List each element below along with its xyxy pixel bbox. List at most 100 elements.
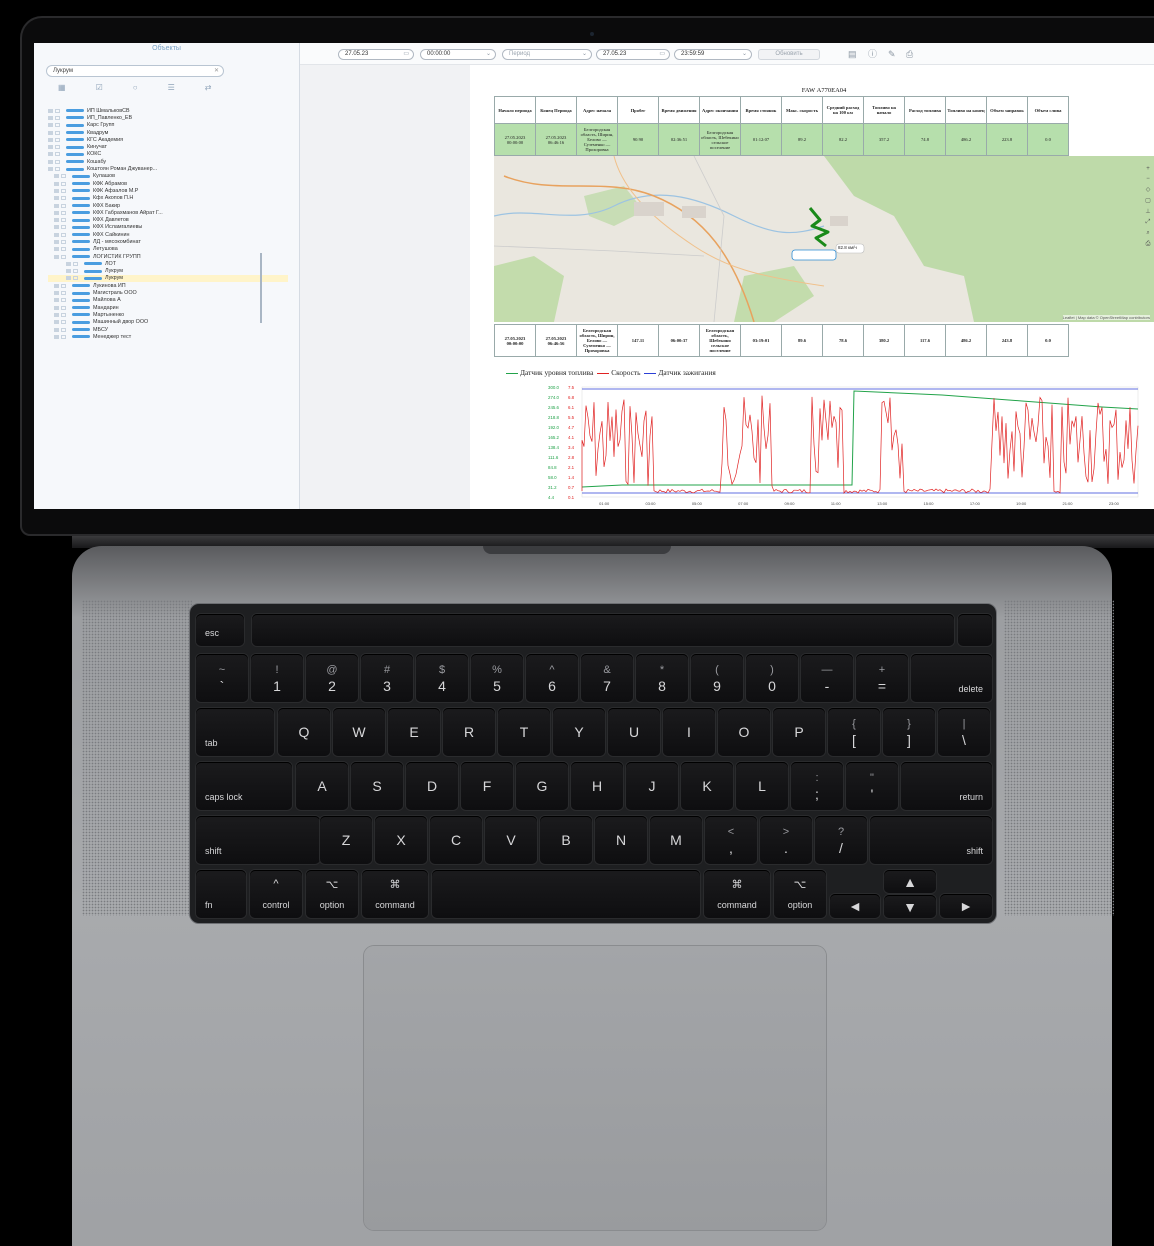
key-num[interactable]: * 8 [636, 654, 688, 702]
checkbox[interactable] [61, 254, 66, 259]
tree-item[interactable]: Кошабу [48, 158, 288, 165]
tree-item[interactable]: КГС Академия [48, 136, 288, 143]
key-num[interactable]: (9 [691, 654, 743, 702]
tree-item[interactable]: ЛД - мясокомбинат [48, 238, 288, 245]
checkbox[interactable] [55, 115, 60, 120]
expand-icon[interactable] [54, 181, 59, 186]
tree-item[interactable]: Кфх Акопов П.Н [48, 195, 288, 202]
trackpad[interactable] [364, 946, 826, 1230]
checkbox[interactable] [61, 210, 66, 215]
key-letter[interactable]: L [736, 762, 788, 810]
key-num[interactable]: ) 0 [746, 654, 798, 702]
date-to-input[interactable]: 27.05.23 ▭ [596, 49, 670, 60]
expand-icon[interactable] [48, 137, 53, 142]
key-letter[interactable]: Y [553, 708, 605, 756]
key-fn[interactable]: fn [196, 870, 246, 918]
calendar-icon[interactable]: ▤ [848, 49, 857, 59]
expand-icon[interactable] [48, 123, 53, 128]
key-control[interactable]: ^ control [250, 870, 302, 918]
key-return[interactable]: return [901, 762, 992, 810]
tree-item[interactable]: ИП ШмальковСВ [48, 107, 288, 114]
expand-icon[interactable] [48, 167, 53, 172]
tree-item[interactable]: МБСУ [48, 326, 288, 333]
tree-item[interactable]: Мартыненко [48, 311, 288, 318]
expand-icon[interactable] [54, 210, 59, 215]
key-letter[interactable]: D [406, 762, 458, 810]
checkbox[interactable] [61, 320, 66, 325]
edit-icon[interactable]: ✎ [888, 49, 896, 59]
key-arrow-down[interactable]: ▼ [884, 895, 936, 918]
expand-icon[interactable] [48, 152, 53, 157]
checkbox[interactable] [61, 174, 66, 179]
tree-scrollbar[interactable] [260, 253, 262, 323]
measure-icon[interactable]: ▢ [1145, 197, 1151, 204]
expand-icon[interactable] [66, 261, 71, 266]
expand-icon[interactable] [54, 312, 59, 317]
key-option-right[interactable]: ⌥ option [774, 870, 826, 918]
tree-item[interactable]: ЛОГИСТИК ГРУПП [48, 253, 288, 260]
tree-item[interactable]: ЛОТ [48, 260, 288, 267]
expand-icon[interactable] [66, 269, 71, 274]
key-caps-lock[interactable]: caps lock [196, 762, 292, 810]
key-punct[interactable]: ? / [815, 816, 867, 864]
checkbox[interactable] [61, 247, 66, 252]
key-num[interactable]: + = [856, 654, 908, 702]
key-letter[interactable]: A [296, 762, 348, 810]
map-view[interactable]: 82.8 км/ч + − ◇ ▢ ⊥ ⤢ ⌕ ⎙ Leaflet | Map … [494, 156, 1154, 322]
clear-icon[interactable]: ✕ [214, 66, 219, 76]
key-letter[interactable]: M [650, 816, 702, 864]
key-letter[interactable]: S [351, 762, 403, 810]
expand-icon[interactable] [48, 130, 53, 135]
tree-item[interactable]: Мандарин [48, 304, 288, 311]
tree-item[interactable]: Магистраль ООО [48, 289, 288, 296]
key-num[interactable]: @2 [306, 654, 358, 702]
key-letter[interactable]: B [540, 816, 592, 864]
circle-icon[interactable]: ○ [133, 83, 138, 92]
touch-bar[interactable] [252, 614, 954, 646]
tree-item[interactable]: КФХ Бакир [48, 202, 288, 209]
key-letter[interactable]: C [430, 816, 482, 864]
tree-item[interactable]: КФК Абрамов [48, 180, 288, 187]
checkbox[interactable] [61, 225, 66, 230]
key-punct[interactable]: <, [705, 816, 757, 864]
search-input[interactable]: Лукрум ✕ [46, 65, 224, 77]
tree-item[interactable]: Лукинова ИП [48, 282, 288, 289]
key-num[interactable]: $4 [416, 654, 468, 702]
tree-item[interactable]: Кулашов [48, 173, 288, 180]
checkbox[interactable] [61, 283, 66, 288]
checkbox[interactable] [61, 181, 66, 186]
expand-icon[interactable] [54, 203, 59, 208]
key-letter[interactable]: Q [278, 708, 330, 756]
tree-item[interactable]: Карс Групп [48, 122, 288, 129]
key-letter[interactable]: K [681, 762, 733, 810]
grid-icon[interactable]: ▦ [58, 83, 66, 92]
checkbox[interactable] [61, 305, 66, 310]
tree-item[interactable]: Машинный двор ООО [48, 319, 288, 326]
checkbox[interactable] [55, 145, 60, 150]
key-shift-right[interactable]: shift [870, 816, 992, 864]
key-num[interactable]: #3 [361, 654, 413, 702]
expand-icon[interactable] [66, 276, 71, 281]
key-num[interactable]: & 7 [581, 654, 633, 702]
checkbox[interactable] [55, 167, 60, 172]
touch-id[interactable] [958, 614, 992, 646]
key-letter[interactable]: I [663, 708, 715, 756]
tree-item[interactable]: КФХ Исламгалиевы [48, 224, 288, 231]
tree-item[interactable]: Коштоян Роман Джуванер... [48, 165, 288, 172]
expand-icon[interactable] [54, 196, 59, 201]
key-letter[interactable]: W [333, 708, 385, 756]
date-from-input[interactable]: 27.05.23 ▭ [338, 49, 414, 60]
expand-icon[interactable] [54, 298, 59, 303]
checkbox[interactable] [55, 123, 60, 128]
key-letter[interactable]: P [773, 708, 825, 756]
checkbox[interactable] [61, 188, 66, 193]
time-to-input[interactable]: 23:59:59 ⌄ [674, 49, 752, 60]
expand-icon[interactable] [48, 115, 53, 120]
checkbox[interactable] [73, 276, 78, 281]
tree-item[interactable]: КФХ Давлетов [48, 216, 288, 223]
checkbox[interactable] [73, 269, 78, 274]
checkbox[interactable] [55, 137, 60, 142]
expand-icon[interactable] [54, 188, 59, 193]
tree-item[interactable]: КФХ Сайкинин [48, 231, 288, 238]
checkbox[interactable] [61, 298, 66, 303]
